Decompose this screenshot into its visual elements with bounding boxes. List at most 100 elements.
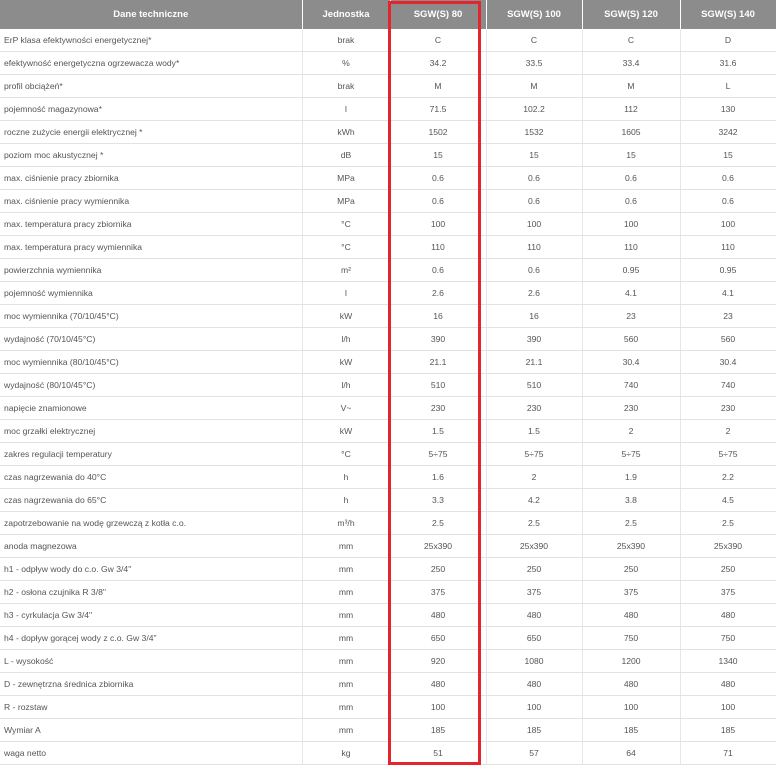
value-sgws-100: M [486,74,583,98]
value-sgws-120: 110 [582,235,681,259]
value-sgws-140: 5÷75 [680,442,776,466]
value-sgws-100: 2.5 [486,511,583,535]
unit-cell: °C [302,235,391,259]
param-cell: waga netto [0,741,303,765]
value-sgws-80: 1.5 [390,419,487,443]
unit-cell: brak [302,74,391,98]
value-sgws-80: 0.6 [390,166,487,190]
unit-cell: brak [302,29,391,52]
value-sgws-80: 375 [390,580,487,604]
value-sgws-100: 230 [486,396,583,420]
value-sgws-120: 1200 [582,649,681,673]
value-sgws-80: 34.2 [390,51,487,75]
unit-cell: m³/h [302,511,391,535]
unit-cell: % [302,51,391,75]
value-sgws-80: 230 [390,396,487,420]
value-sgws-120: 1605 [582,120,681,144]
value-sgws-140: 230 [680,396,776,420]
value-sgws-120: 230 [582,396,681,420]
value-sgws-100: 21.1 [486,350,583,374]
value-sgws-80: 1502 [390,120,487,144]
value-sgws-120: 15 [582,143,681,167]
value-sgws-80: 480 [390,672,487,696]
value-sgws-80: 920 [390,649,487,673]
table-row: anoda magnezowa mm 25x390 25x390 25x390 25x39… [0,534,776,558]
table-row: max. ciśnienie pracy wymiennika MPa 0.6 0.6… [0,189,776,213]
header-parameter: Dane techniczne [0,0,303,29]
value-sgws-140: 2.5 [680,511,776,535]
value-sgws-120: 480 [582,672,681,696]
value-sgws-120: 5÷75 [582,442,681,466]
value-sgws-140: D [680,29,776,52]
unit-cell: mm [302,534,391,558]
unit-cell: mm [302,718,391,742]
value-sgws-80: 51 [390,741,487,765]
value-sgws-120: 100 [582,695,681,719]
param-cell: profil obciążeń* [0,74,303,98]
value-sgws-120: 33.4 [582,51,681,75]
param-cell: poziom moc akustycznej * [0,143,303,167]
value-sgws-80: 0.6 [390,189,487,213]
tech-spec-table: Dane techniczne Jednostka SGW(S) 80 SGW(… [0,0,776,765]
value-sgws-140: 0.95 [680,258,776,282]
table-row: moc wymiennika (70/10/45°C) kW 16 16 23 23 [0,304,776,328]
value-sgws-140: 375 [680,580,776,604]
value-sgws-120: 64 [582,741,681,765]
value-sgws-140: 30.4 [680,350,776,374]
unit-cell: kW [302,350,391,374]
value-sgws-100: 375 [486,580,583,604]
header-model-sgws-80: SGW(S) 80 [390,0,487,29]
unit-cell: mm [302,695,391,719]
value-sgws-120: 185 [582,718,681,742]
unit-cell: l [302,97,391,121]
param-cell: powierzchnia wymiennika [0,258,303,282]
value-sgws-120: M [582,74,681,98]
value-sgws-100: 15 [486,143,583,167]
table-row: h3 - cyrkulacja Gw 3/4" mm 480 480 480 480 [0,603,776,627]
value-sgws-80: 510 [390,373,487,397]
value-sgws-100: 390 [486,327,583,351]
value-sgws-100: 185 [486,718,583,742]
param-cell: czas nagrzewania do 40°C [0,465,303,489]
param-cell: Wymiar A [0,718,303,742]
value-sgws-80: 71.5 [390,97,487,121]
value-sgws-140: 480 [680,672,776,696]
unit-cell: mm [302,672,391,696]
value-sgws-140: 130 [680,97,776,121]
param-cell: h3 - cyrkulacja Gw 3/4" [0,603,303,627]
value-sgws-120: 740 [582,373,681,397]
param-cell: zakres regulacji temperatury [0,442,303,466]
header-model-sgws-120: SGW(S) 120 [582,0,681,29]
param-cell: h4 - dopływ gorącej wody z c.o. Gw 3/4" [0,626,303,650]
table-row: max. ciśnienie pracy zbiornika MPa 0.6 0.6 0… [0,166,776,190]
unit-cell: °C [302,212,391,236]
value-sgws-140: 4.1 [680,281,776,305]
param-cell: zapotrzebowanie na wodę grzewczą z kotła… [0,511,303,535]
table-row: czas nagrzewania do 40°C h 1.6 2 1.9 2.2 [0,465,776,489]
param-cell: h1 - odpływ wody do c.o. Gw 3/4" [0,557,303,581]
table-row: pojemność magazynowa* l 71.5 102.2 112 130 [0,97,776,121]
table-row: h1 - odpływ wody do c.o. Gw 3/4" mm 250 250… [0,557,776,581]
table-row: ErP klasa efektywności energetycznej* bra… [0,29,776,52]
value-sgws-120: 375 [582,580,681,604]
value-sgws-100: C [486,29,583,52]
value-sgws-80: 185 [390,718,487,742]
value-sgws-140: 71 [680,741,776,765]
value-sgws-100: 16 [486,304,583,328]
value-sgws-140: 740 [680,373,776,397]
header-model-sgws-100: SGW(S) 100 [486,0,583,29]
table-row: h2 - osłona czujnika R 3/8" mm 375 375 375 37… [0,580,776,604]
value-sgws-140: 750 [680,626,776,650]
param-cell: napięcie znamionowe [0,396,303,420]
value-sgws-80: 16 [390,304,487,328]
value-sgws-120: 750 [582,626,681,650]
value-sgws-120: 23 [582,304,681,328]
value-sgws-120: 2 [582,419,681,443]
value-sgws-80: 650 [390,626,487,650]
param-cell: D - zewnętrzna średnica zbiornika [0,672,303,696]
param-cell: moc wymiennika (80/10/45°C) [0,350,303,374]
value-sgws-140: 480 [680,603,776,627]
value-sgws-80: 25x390 [390,534,487,558]
param-cell: ErP klasa efektywności energetycznej* [0,29,303,52]
unit-cell: l/h [302,327,391,351]
